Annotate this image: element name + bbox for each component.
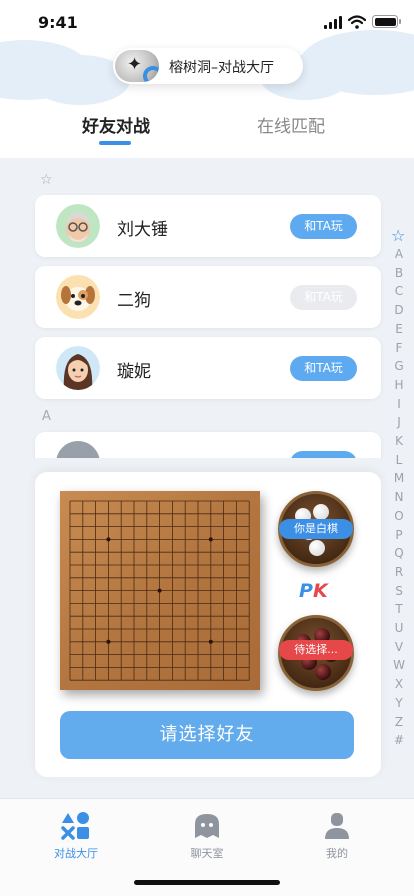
dog-avatar (56, 275, 100, 319)
avatar (56, 441, 100, 458)
go-board (60, 491, 260, 690)
index-letter[interactable]: X (389, 677, 409, 691)
home-indicator (134, 880, 280, 885)
app-logo-icon: ✦ (115, 50, 159, 82)
game-shapes-icon (61, 811, 91, 841)
friend-name: 二狗 (117, 291, 151, 311)
active-tab-indicator (99, 141, 131, 145)
index-letter[interactable]: # (389, 733, 409, 747)
friend-card: 刘大锤 和TA玩 (35, 195, 381, 257)
status-bar: 9:41 (0, 0, 414, 44)
friend-name: 璇妮 (117, 362, 151, 382)
index-star-icon[interactable]: ☆ (391, 226, 405, 245)
index-letter[interactable]: S (389, 584, 409, 598)
nav-label: 聊天室 (190, 847, 224, 860)
tab-online-match[interactable]: 在线匹配 (257, 112, 325, 137)
girl-avatar (56, 346, 100, 390)
board-grid (69, 500, 250, 681)
index-letter[interactable]: V (389, 640, 409, 654)
signal-icon (324, 16, 342, 29)
game-panel: 你是白棋 PK 待选择... 请选择好友 (35, 472, 381, 777)
index-letter[interactable]: U (389, 621, 409, 635)
nav-label: 我的 (326, 847, 348, 860)
page-title-pill: ✦ 榕树洞–对战大厅 (113, 48, 303, 84)
friend-card: 二狗 和TA玩 (35, 266, 381, 328)
pk-label: PK (299, 580, 328, 602)
play-with-button-disabled[interactable]: 和TA玩 (290, 285, 357, 310)
chat-bubble-icon (192, 811, 222, 841)
index-letter[interactable]: I (389, 397, 409, 411)
play-with-button[interactable] (290, 451, 357, 458)
index-letter[interactable]: M (389, 471, 409, 485)
index-letter[interactable]: Y (389, 696, 409, 710)
index-letter[interactable]: J (389, 415, 409, 429)
nav-item-battle-hall[interactable]: 对战大厅 (31, 811, 121, 861)
friend-card: 璇妮 和TA玩 (35, 337, 381, 399)
header: 9:41 ✦ 榕树洞–对战大厅 好友对战 在线匹配 (0, 0, 414, 158)
index-letter[interactable]: D (389, 303, 409, 317)
friend-card-partial (35, 432, 381, 458)
index-letter[interactable]: W (389, 658, 409, 672)
index-letter[interactable]: F (389, 341, 409, 355)
tab-bar: 好友对战 在线匹配 (0, 112, 414, 152)
index-letter[interactable]: G (389, 359, 409, 373)
index-letter[interactable]: H (389, 378, 409, 392)
index-letter[interactable]: O (389, 509, 409, 523)
index-letter[interactable]: L (389, 453, 409, 467)
nav-item-mine[interactable]: 我的 (292, 811, 382, 861)
friend-list[interactable]: 刘大锤 和TA玩 二狗 和TA玩 璇妮 和TA玩 (0, 160, 414, 458)
index-letter[interactable]: T (389, 602, 409, 616)
player-color-tag: 你是白棋 (279, 519, 353, 539)
index-letter[interactable]: P (389, 528, 409, 542)
wifi-icon (348, 15, 366, 29)
status-time: 9:41 (38, 13, 78, 32)
play-with-button[interactable]: 和TA玩 (290, 356, 357, 381)
page-title: 榕树洞–对战大厅 (169, 60, 274, 76)
user-icon (322, 811, 352, 841)
opponent-color-tag: 待选择... (279, 640, 353, 660)
index-letter[interactable]: C (389, 284, 409, 298)
index-letter[interactable]: E (389, 322, 409, 336)
tab-friend-battle[interactable]: 好友对战 (82, 112, 150, 137)
nav-item-chat-room[interactable]: 聊天室 (162, 811, 252, 861)
select-friend-button[interactable]: 请选择好友 (60, 711, 354, 759)
index-letter[interactable]: B (389, 266, 409, 280)
index-letter[interactable]: N (389, 490, 409, 504)
index-letter[interactable]: A (389, 247, 409, 261)
pk-p: P (299, 580, 313, 602)
play-with-button[interactable]: 和TA玩 (290, 214, 357, 239)
index-letter[interactable]: Q (389, 546, 409, 560)
index-letter[interactable]: R (389, 565, 409, 579)
nav-label: 对战大厅 (54, 847, 98, 860)
battery-icon (372, 15, 401, 28)
friend-name: 刘大锤 (117, 220, 168, 240)
old-man-avatar (56, 204, 100, 248)
index-letter[interactable]: Z (389, 715, 409, 729)
index-letter[interactable]: K (389, 434, 409, 448)
pk-k: K (312, 580, 328, 602)
